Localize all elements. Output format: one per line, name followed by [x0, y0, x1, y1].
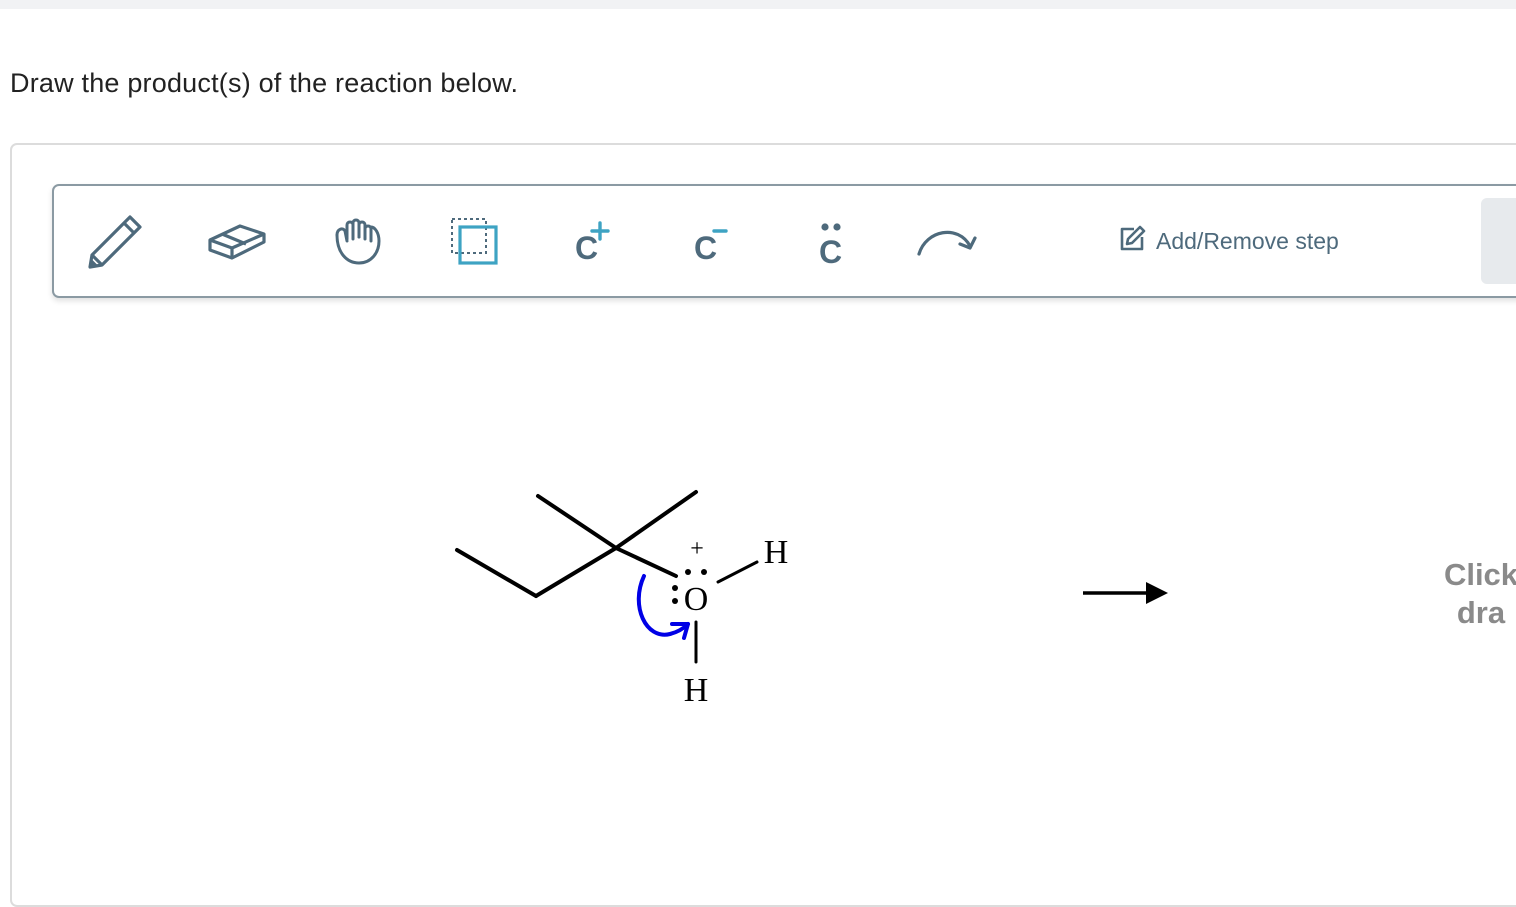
carbon-skeleton — [455, 490, 698, 598]
canvas-hint-line2: dra — [1456, 595, 1506, 630]
mechanism-curved-arrow[interactable] — [636, 574, 690, 640]
oxygen-charge: + — [690, 536, 704, 562]
reaction-arrow — [1083, 582, 1168, 604]
reactant-molecule[interactable]: O + H H — [455, 490, 789, 709]
oxygen-atom[interactable]: O — [684, 581, 709, 618]
reaction-canvas[interactable]: O + H H — [0, 0, 1516, 878]
canvas-hint-text: Click dra — [1436, 556, 1516, 632]
canvas-hint-line1: Click — [1443, 557, 1516, 592]
oh-bond-right — [716, 560, 759, 584]
hydrogen-atom-right[interactable]: H — [764, 534, 789, 571]
hydrogen-atom-bottom[interactable]: H — [684, 672, 709, 709]
